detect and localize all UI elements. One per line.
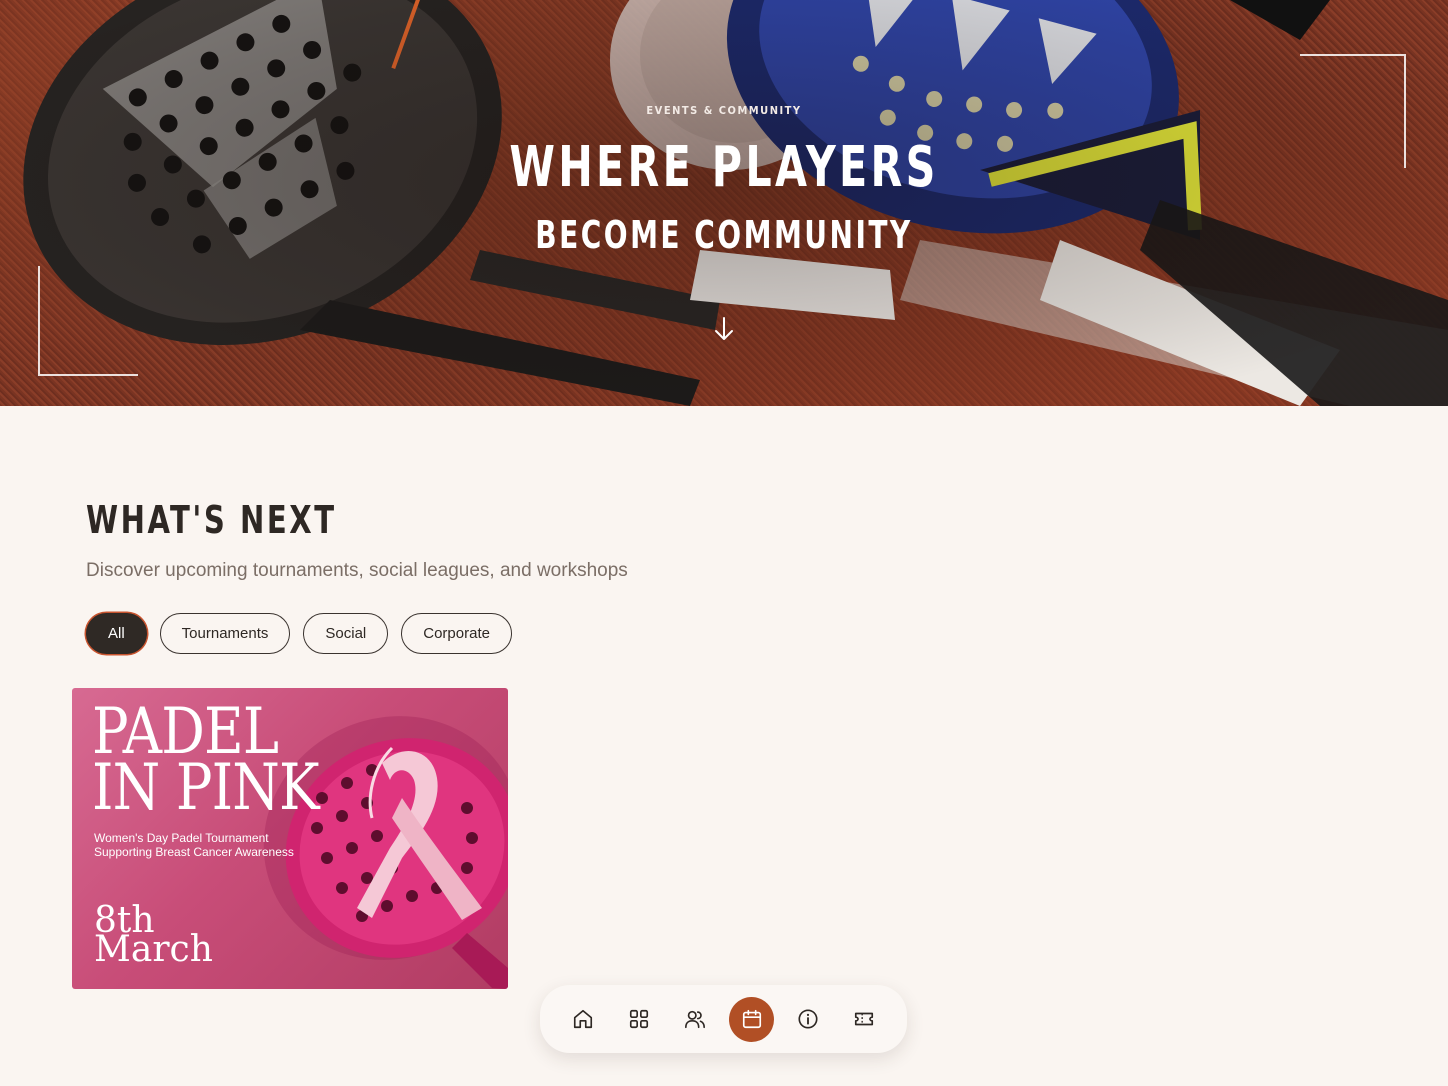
filter-corporate-button[interactable]: Corporate: [401, 613, 512, 654]
scroll-down-icon[interactable]: [712, 316, 736, 342]
filter-tournaments-button[interactable]: Tournaments: [159, 613, 291, 654]
nav-info-button[interactable]: [786, 997, 831, 1042]
ticket-icon: [855, 1012, 874, 1026]
event-card-title: PADEL IN PINK: [92, 695, 320, 825]
frame-corner-bottom-left: [38, 266, 138, 376]
nav-grid-button[interactable]: [616, 997, 661, 1042]
filter-chips: All Tournaments Social Corporate: [86, 613, 512, 654]
event-card-date: 8th March: [94, 900, 213, 970]
hero-subtitle: BECOME COMMUNITY: [535, 213, 913, 257]
grid-icon: [629, 1009, 648, 1029]
event-card-subtitle: Women's Day Padel Tournament Supporting …: [94, 831, 294, 859]
nav-home-button[interactable]: [560, 997, 605, 1042]
info-icon: [798, 1009, 818, 1029]
calendar-icon: [742, 1009, 761, 1029]
filter-social-button[interactable]: Social: [303, 613, 389, 654]
section-title: WHAT'S NEXT: [86, 498, 337, 542]
nav-community-button[interactable]: [673, 997, 718, 1042]
hero-eyebrow: EVENTS & COMMUNITY: [646, 104, 802, 117]
hero-title: WHERE PLAYERS: [509, 135, 939, 200]
nav-booking-button[interactable]: [842, 997, 887, 1042]
users-icon: [685, 1010, 706, 1029]
bottom-navigation: [540, 985, 907, 1053]
event-card-padel-in-pink[interactable]: PADEL IN PINK Women's Day Padel Tourname…: [72, 688, 508, 989]
home-icon: [573, 1009, 592, 1029]
filter-all-button[interactable]: All: [86, 613, 147, 654]
section-description: Discover upcoming tournaments, social le…: [86, 560, 628, 581]
nav-events-button[interactable]: [729, 996, 775, 1042]
hero-banner: EVENTS & COMMUNITY WHERE PLAYERS BECOME …: [0, 0, 1448, 406]
